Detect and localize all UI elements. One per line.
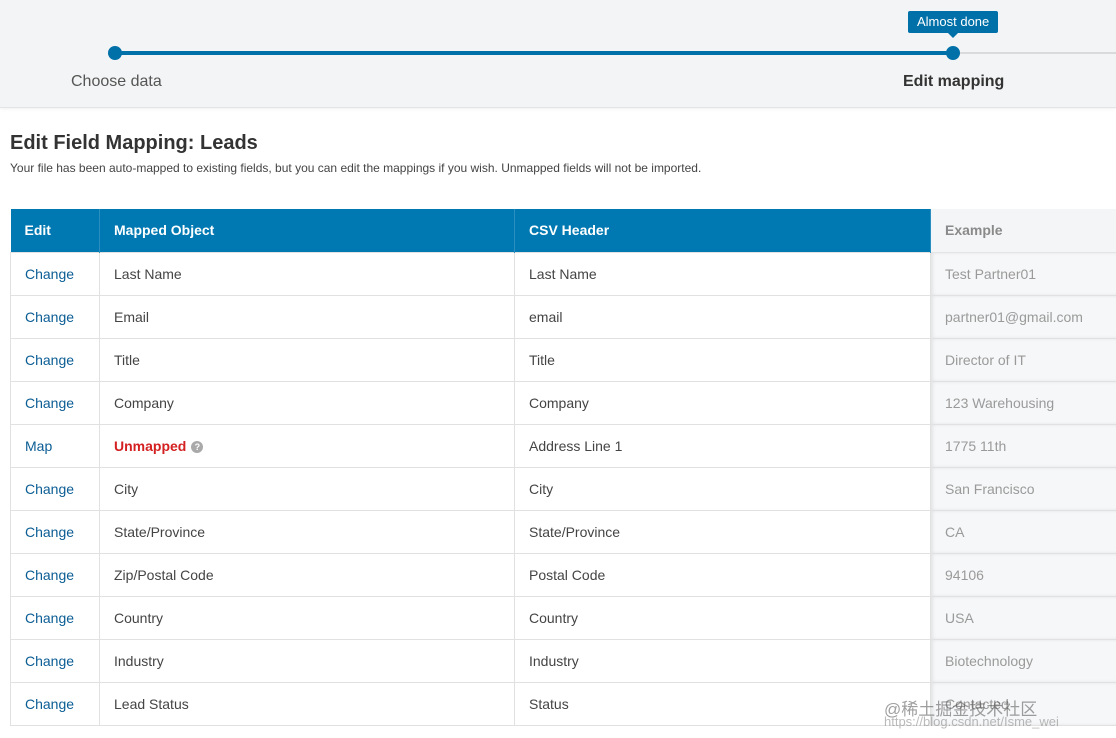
step-label-edit-mapping: Edit mapping — [903, 73, 1005, 90]
progress-track-complete — [116, 51, 954, 55]
cell-edit: Change — [10, 681, 100, 726]
field-mapping-table-container: Edit Mapped Object CSV Header Example Ch… — [10, 209, 1116, 726]
cell-mapped-object: Email — [99, 294, 515, 339]
table-row: Change Country Country USA — [10, 595, 1116, 640]
change-link[interactable]: Change — [25, 481, 74, 497]
cell-csv-header: Country — [514, 595, 931, 640]
cell-example: Test Partner01 — [930, 251, 1116, 296]
progress-tooltip: Almost done — [908, 11, 999, 33]
column-header-example: Example — [930, 209, 1116, 253]
page-title: Edit Field Mapping: Leads — [10, 132, 258, 154]
table-row: Change City City San Francisco — [10, 466, 1116, 511]
cell-mapped-object: Industry — [99, 638, 515, 683]
column-header-csv-header: CSV Header — [514, 209, 931, 252]
cell-example: CA — [930, 509, 1116, 554]
field-mapping-table: Edit Mapped Object CSV Header Example Ch… — [10, 209, 1116, 726]
table-row: Change Zip/Postal Code Postal Code 94106 — [10, 552, 1116, 597]
cell-csv-header: email — [514, 294, 931, 339]
cell-mapped-object: Country — [99, 595, 515, 640]
cell-csv-header: Title — [514, 337, 931, 382]
page-description: Your file has been auto-mapped to existi… — [10, 161, 702, 175]
change-link[interactable]: Change — [25, 309, 74, 325]
progress-wizard: Choose data Edit mapping Almost done — [0, 0, 1116, 108]
cell-csv-header: Company — [514, 380, 931, 425]
progress-track-remaining — [954, 52, 1116, 54]
cell-example: Director of IT — [930, 337, 1116, 382]
table-row: Change Last Name Last Name Test Partner01 — [10, 251, 1116, 296]
change-link[interactable]: Change — [25, 266, 74, 282]
progress-track — [116, 51, 1116, 55]
cell-example: Biotechnology — [930, 638, 1116, 683]
table-row: Map Unmapped? Address Line 1 1775 11th — [10, 423, 1116, 468]
cell-edit: Change — [10, 509, 100, 554]
cell-edit: Change — [10, 638, 100, 683]
mapped-object-value: Last Name — [114, 265, 182, 282]
cell-csv-header: Address Line 1 — [514, 423, 931, 468]
cell-csv-header: Status — [514, 681, 931, 726]
mapped-object-value: Company — [114, 394, 174, 411]
unmapped-label: Unmapped — [114, 437, 187, 454]
cell-mapped-object: City — [99, 466, 515, 511]
cell-csv-header: Industry — [514, 638, 931, 683]
cell-example: San Francisco — [930, 466, 1116, 511]
cell-example: 123 Warehousing — [930, 380, 1116, 425]
cell-mapped-object: Zip/Postal Code — [99, 552, 515, 597]
table-row: Change Company Company 123 Warehousing — [10, 380, 1116, 425]
cell-edit: Map — [10, 423, 100, 468]
cell-example: partner01@gmail.com — [930, 294, 1116, 339]
table-row: Change Title Title Director of IT — [10, 337, 1116, 382]
step-dot-choose-data[interactable] — [108, 46, 122, 60]
mapped-object-value: State/Province — [114, 523, 206, 540]
cell-mapped-object: Title — [99, 337, 515, 382]
cell-example: USA — [930, 595, 1116, 640]
cell-example: 94106 — [930, 552, 1116, 597]
cell-edit: Change — [10, 466, 100, 511]
cell-csv-header: Postal Code — [514, 552, 931, 597]
cell-edit: Change — [10, 595, 100, 640]
cell-csv-header: State/Province — [514, 509, 931, 554]
mapped-object-value: Title — [114, 351, 140, 368]
mapped-object-value: City — [114, 480, 139, 497]
cell-edit: Change — [10, 251, 100, 296]
cell-mapped-object: State/Province — [99, 509, 515, 554]
cell-csv-header: Last Name — [514, 251, 931, 296]
cell-mapped-object: Unmapped? — [99, 423, 515, 468]
cell-edit: Change — [10, 337, 100, 382]
step-label-choose-data[interactable]: Choose data — [71, 73, 162, 91]
map-link[interactable]: Map — [25, 438, 52, 454]
change-link[interactable]: Change — [25, 567, 74, 583]
mapped-object-value: Industry — [114, 652, 164, 669]
table-row: Change State/Province State/Province CA — [10, 509, 1116, 554]
change-link[interactable]: Change — [25, 395, 74, 411]
cell-mapped-object: Last Name — [99, 251, 515, 296]
change-link[interactable]: Change — [25, 352, 74, 368]
change-link[interactable]: Change — [25, 610, 74, 626]
cell-mapped-object: Lead Status — [99, 681, 515, 726]
watermark-url: https://blog.csdn.net/Isme_wei — [884, 714, 1059, 729]
table-row: Change Email email partner01@gmail.com — [10, 294, 1116, 339]
cell-mapped-object: Company — [99, 380, 515, 425]
mapped-object-value: Lead Status — [114, 695, 189, 712]
cell-example: 1775 11th — [930, 423, 1116, 468]
cell-csv-header: City — [514, 466, 931, 511]
column-header-edit: Edit — [10, 209, 100, 252]
cell-edit: Change — [10, 294, 100, 339]
table-header-row: Edit Mapped Object CSV Header Example — [10, 209, 1116, 253]
mapped-object-value: Zip/Postal Code — [114, 566, 214, 583]
mapped-object-value: Country — [114, 609, 164, 626]
tooltip-arrow — [948, 33, 958, 38]
mapped-object-value: Email — [114, 308, 150, 325]
step-dot-edit-mapping[interactable] — [946, 46, 960, 60]
table-row: Change Industry Industry Biotechnology — [10, 638, 1116, 683]
cell-edit: Change — [10, 380, 100, 425]
cell-edit: Change — [10, 552, 100, 597]
change-link[interactable]: Change — [25, 653, 74, 669]
change-link[interactable]: Change — [25, 696, 74, 712]
help-icon[interactable]: ? — [191, 440, 204, 453]
column-header-mapped-object: Mapped Object — [99, 209, 515, 252]
change-link[interactable]: Change — [25, 524, 74, 540]
